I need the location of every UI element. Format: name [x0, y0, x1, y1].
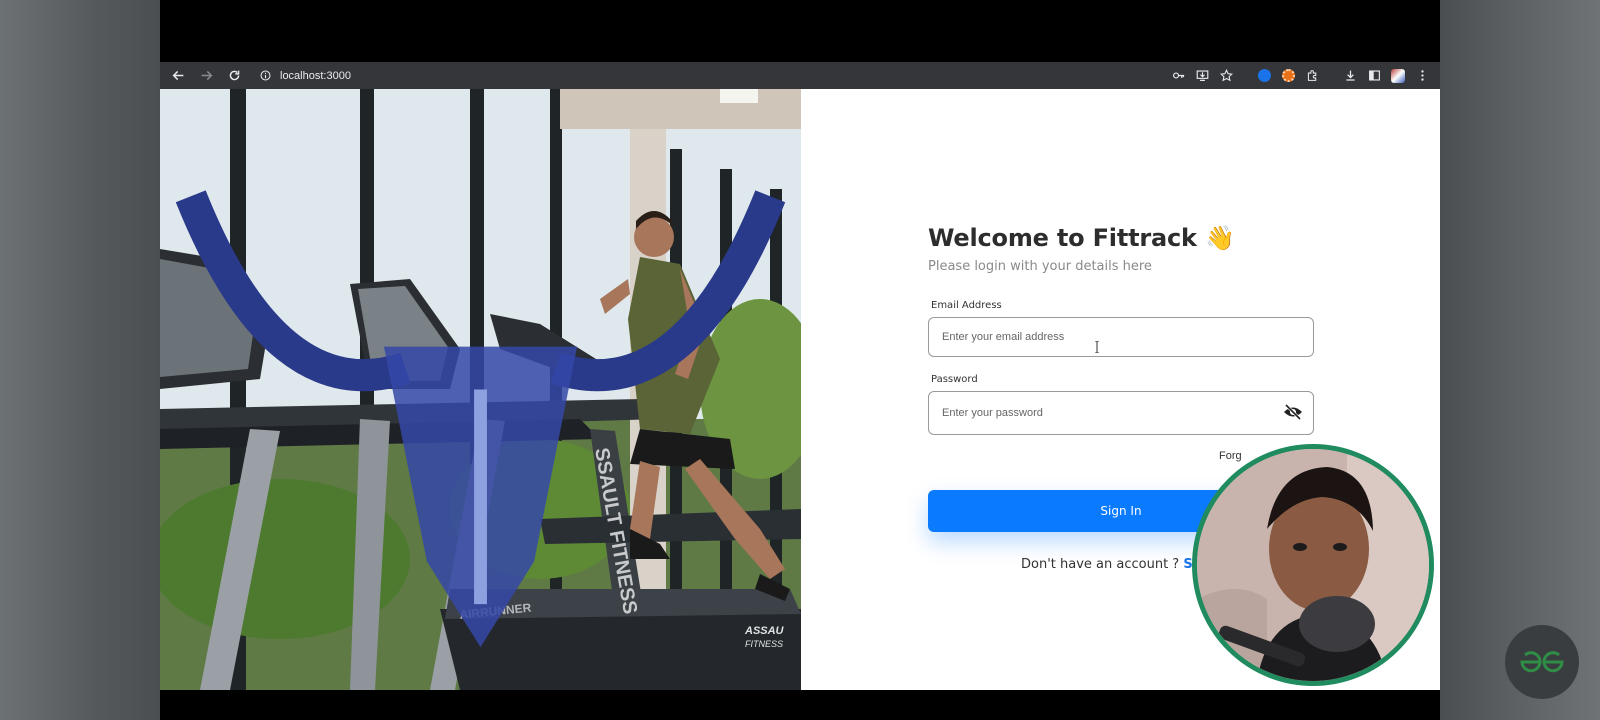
reload-icon[interactable]: [220, 62, 248, 89]
extension-blue-icon[interactable]: [1252, 62, 1276, 89]
star-icon[interactable]: [1214, 62, 1238, 89]
email-field-wrapper: [928, 317, 1314, 357]
webcam-overlay: [1192, 444, 1434, 686]
back-arrow-icon[interactable]: [164, 62, 192, 89]
forgot-password-link[interactable]: Forg: [1219, 450, 1242, 462]
extension-icon[interactable]: [1300, 62, 1324, 89]
toolbar-actions: [1166, 62, 1434, 89]
page-title: Welcome to Fittrack 👋: [928, 224, 1235, 252]
eye-off-icon[interactable]: [1283, 403, 1303, 421]
browser-toolbar: localhost:3000: [160, 62, 1440, 89]
email-label: Email Address: [931, 300, 1002, 311]
key-icon[interactable]: [1166, 62, 1190, 89]
gym-hero-image: SSAULT FITNESS AIRRUNNER ASSAU FITNESS: [160, 89, 801, 690]
profile-avatar[interactable]: [1386, 62, 1410, 89]
signup-prompt-text: Don't have an account ?: [1021, 557, 1184, 572]
url-text[interactable]: localhost:3000: [280, 70, 351, 82]
title-text: Welcome to Fittrack: [928, 224, 1197, 252]
install-icon[interactable]: [1190, 62, 1214, 89]
fittrack-logo-icon: [175, 190, 786, 648]
info-icon[interactable]: [260, 70, 271, 81]
email-input[interactable]: [929, 318, 1313, 356]
signup-prompt: Don't have an account ? Sig: [1021, 557, 1206, 572]
geeksforgeeks-logo-icon: [1505, 625, 1579, 699]
download-icon[interactable]: [1338, 62, 1362, 89]
password-field-wrapper: [928, 391, 1314, 435]
extension-orange-icon[interactable]: [1276, 62, 1300, 89]
page-subtitle: Please login with your details here: [928, 259, 1152, 274]
password-input[interactable]: [929, 392, 1313, 434]
forward-arrow-icon[interactable]: [192, 62, 220, 89]
password-label: Password: [931, 374, 978, 385]
text-cursor-icon: [1095, 341, 1099, 353]
side-panel-icon[interactable]: [1362, 62, 1386, 89]
menu-icon[interactable]: [1410, 62, 1434, 89]
address-bar[interactable]: localhost:3000: [260, 70, 351, 82]
wave-emoji: 👋: [1204, 224, 1235, 252]
